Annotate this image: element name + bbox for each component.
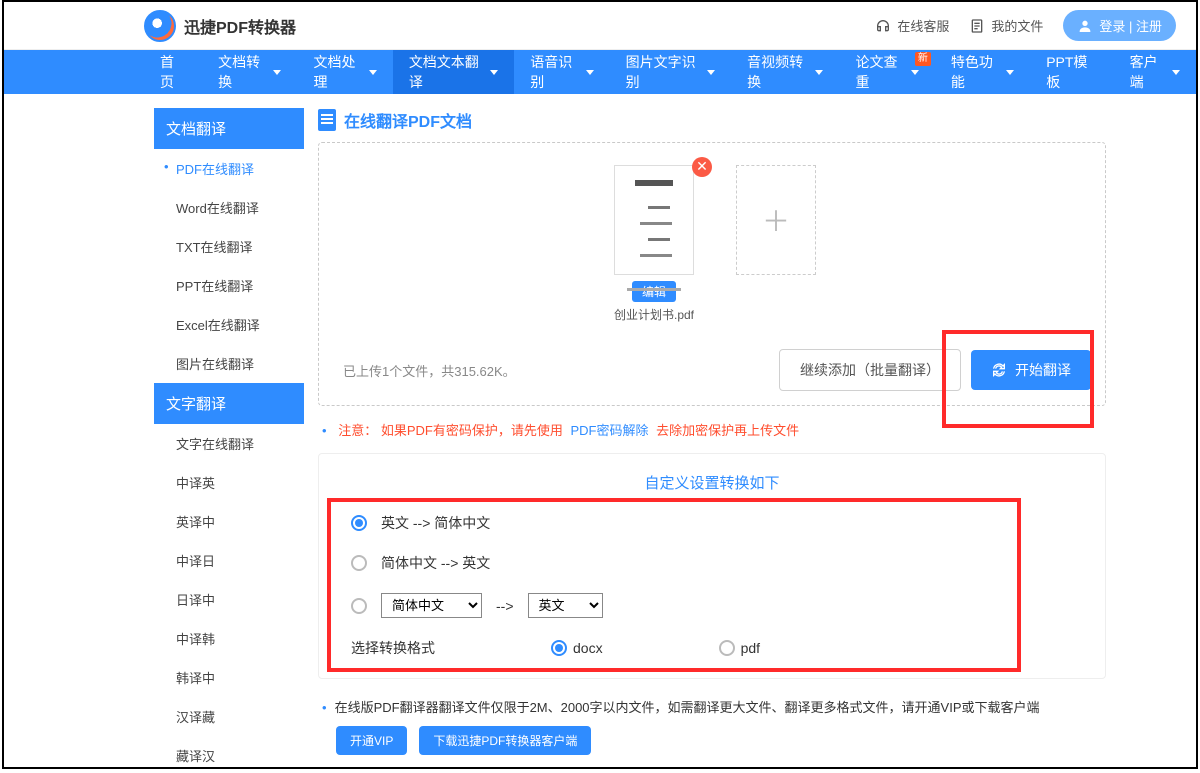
sidebar-item-excel-translate[interactable]: Excel在线翻译	[154, 305, 304, 344]
sidebar-item[interactable]: 日译中	[154, 580, 304, 619]
user-icon	[1077, 18, 1093, 34]
add-file-card[interactable]: ＋	[736, 165, 816, 275]
chevron-down-icon	[707, 70, 715, 75]
nav-convert[interactable]: 文档转换	[202, 50, 297, 94]
limit-notice: •在线版PDF翻译器翻译文件仅限于2M、2000字以内文件，如需翻译更大文件、翻…	[322, 697, 1106, 716]
uploaded-file-card: ✕ 编辑 创业计划书.pdf	[608, 165, 700, 323]
page-title: 在线翻译PDF文档	[318, 108, 1106, 132]
chevron-down-icon	[911, 70, 919, 75]
sidebar-item[interactable]: 藏译汉	[154, 736, 304, 769]
nav-plagiarism[interactable]: 论文查重新	[839, 50, 934, 94]
sidebar-group2-title: 文字翻译	[154, 383, 304, 424]
from-language-select[interactable]: 简体中文	[381, 593, 482, 618]
edit-file-button[interactable]: 编辑	[632, 281, 676, 302]
headset-icon	[875, 18, 891, 34]
add-more-button[interactable]: 继续添加（批量翻译）	[779, 349, 961, 391]
radio-selected-icon	[551, 640, 567, 656]
format-docx-option[interactable]: docx	[551, 640, 603, 656]
chevron-down-icon	[586, 70, 594, 75]
sidebar-item-word-translate[interactable]: Word在线翻译	[154, 188, 304, 227]
upload-zone: ✕ 编辑 创业计划书.pdf ＋ 已上传1个文件，共315.62K。 继续添加（…	[318, 142, 1106, 406]
file-thumbnail[interactable]	[614, 165, 694, 275]
brand-block[interactable]: 迅捷PDF转换器	[144, 10, 296, 42]
radio-unselected-icon	[351, 598, 367, 614]
nav-voice[interactable]: 语音识别	[514, 50, 609, 94]
to-language-select[interactable]: 英文	[528, 593, 603, 618]
plus-icon: ＋	[762, 200, 790, 240]
sidebar-item[interactable]: 汉译藏	[154, 697, 304, 736]
main-nav: 首页 文档转换 文档处理 文档文本翻译 语音识别 图片文字识别 音视频转换 论文…	[4, 50, 1196, 94]
nav-client[interactable]: 客户端	[1114, 50, 1196, 94]
nav-ocr[interactable]: 图片文字识别	[610, 50, 731, 94]
logo-icon	[144, 10, 176, 42]
sidebar-item-image-translate[interactable]: 图片在线翻译	[154, 344, 304, 383]
document-icon	[318, 109, 336, 131]
pdf-password-link[interactable]: PDF密码解除	[570, 423, 648, 438]
chevron-down-icon	[273, 70, 281, 75]
sidebar-item[interactable]: 韩译中	[154, 658, 304, 697]
header-myfiles-label: 我的文件	[991, 16, 1043, 35]
format-label: 选择转换格式	[351, 638, 435, 658]
new-badge: 新	[915, 52, 931, 66]
sidebar-item[interactable]: 文字在线翻译	[154, 424, 304, 463]
chevron-down-icon	[369, 70, 377, 75]
chevron-down-icon	[1006, 70, 1014, 75]
upload-status-text: 已上传1个文件，共315.62K。	[333, 361, 779, 380]
refresh-icon	[991, 362, 1007, 378]
settings-card: 自定义设置转换如下 英文 --> 简体中文 简体中文 --> 英文 简体中文 -…	[318, 453, 1106, 679]
format-pdf-option[interactable]: pdf	[719, 640, 760, 656]
main-panel: 在线翻译PDF文档 ✕ 编辑 创业计划书.pdf	[318, 108, 1106, 769]
radio-selected-icon	[351, 515, 367, 531]
nav-features[interactable]: 特色功能	[935, 50, 1030, 94]
lang-option-en-zh[interactable]: 英文 --> 简体中文	[343, 503, 1081, 543]
open-vip-button[interactable]: 开通VIP	[336, 726, 407, 755]
chevron-down-icon	[1172, 70, 1180, 75]
radio-unselected-icon	[351, 555, 367, 571]
nav-home[interactable]: 首页	[144, 50, 202, 94]
file-icon	[969, 18, 985, 34]
app-header: 迅捷PDF转换器 在线客服 我的文件 登录 | 注册	[4, 2, 1196, 50]
start-translate-label: 开始翻译	[1015, 360, 1071, 380]
header-myfiles[interactable]: 我的文件	[969, 16, 1043, 35]
nav-ppt[interactable]: PPT模板	[1030, 50, 1113, 94]
sidebar-group1-title: 文档翻译	[154, 108, 304, 149]
brand-text: 迅捷PDF转换器	[184, 14, 296, 38]
nav-translate[interactable]: 文档文本翻译	[393, 50, 514, 94]
sidebar-item-pdf-translate[interactable]: PDF在线翻译	[154, 149, 304, 188]
settings-title: 自定义设置转换如下	[343, 472, 1081, 493]
header-support-label: 在线客服	[897, 16, 949, 35]
sidebar: 文档翻译 PDF在线翻译 Word在线翻译 TXT在线翻译 PPT在线翻译 Ex…	[154, 108, 304, 769]
delete-file-icon[interactable]: ✕	[692, 157, 712, 177]
chevron-down-icon	[490, 70, 498, 75]
sidebar-item[interactable]: 中译日	[154, 541, 304, 580]
file-name-label: 创业计划书.pdf	[608, 306, 700, 323]
chevron-down-icon	[815, 70, 823, 75]
lang-option-custom[interactable]: 简体中文 --> 英文	[343, 583, 1081, 628]
lang-option-zh-en[interactable]: 简体中文 --> 英文	[343, 543, 1081, 583]
login-button[interactable]: 登录 | 注册	[1063, 10, 1176, 41]
download-client-button[interactable]: 下载迅捷PDF转换器客户端	[419, 726, 591, 755]
password-notice: • 注意： 如果PDF有密码保护，请先使用 PDF密码解除 去除加密保护再上传文…	[322, 420, 1106, 439]
header-support[interactable]: 在线客服	[875, 16, 949, 35]
sidebar-item-ppt-translate[interactable]: PPT在线翻译	[154, 266, 304, 305]
sidebar-item[interactable]: 中译韩	[154, 619, 304, 658]
sidebar-item-txt-translate[interactable]: TXT在线翻译	[154, 227, 304, 266]
login-label: 登录 | 注册	[1099, 16, 1162, 35]
sidebar-item[interactable]: 英译中	[154, 502, 304, 541]
radio-unselected-icon	[719, 640, 735, 656]
nav-media[interactable]: 音视频转换	[731, 50, 839, 94]
start-translate-button[interactable]: 开始翻译	[971, 350, 1091, 390]
nav-process[interactable]: 文档处理	[297, 50, 392, 94]
sidebar-item[interactable]: 中译英	[154, 463, 304, 502]
